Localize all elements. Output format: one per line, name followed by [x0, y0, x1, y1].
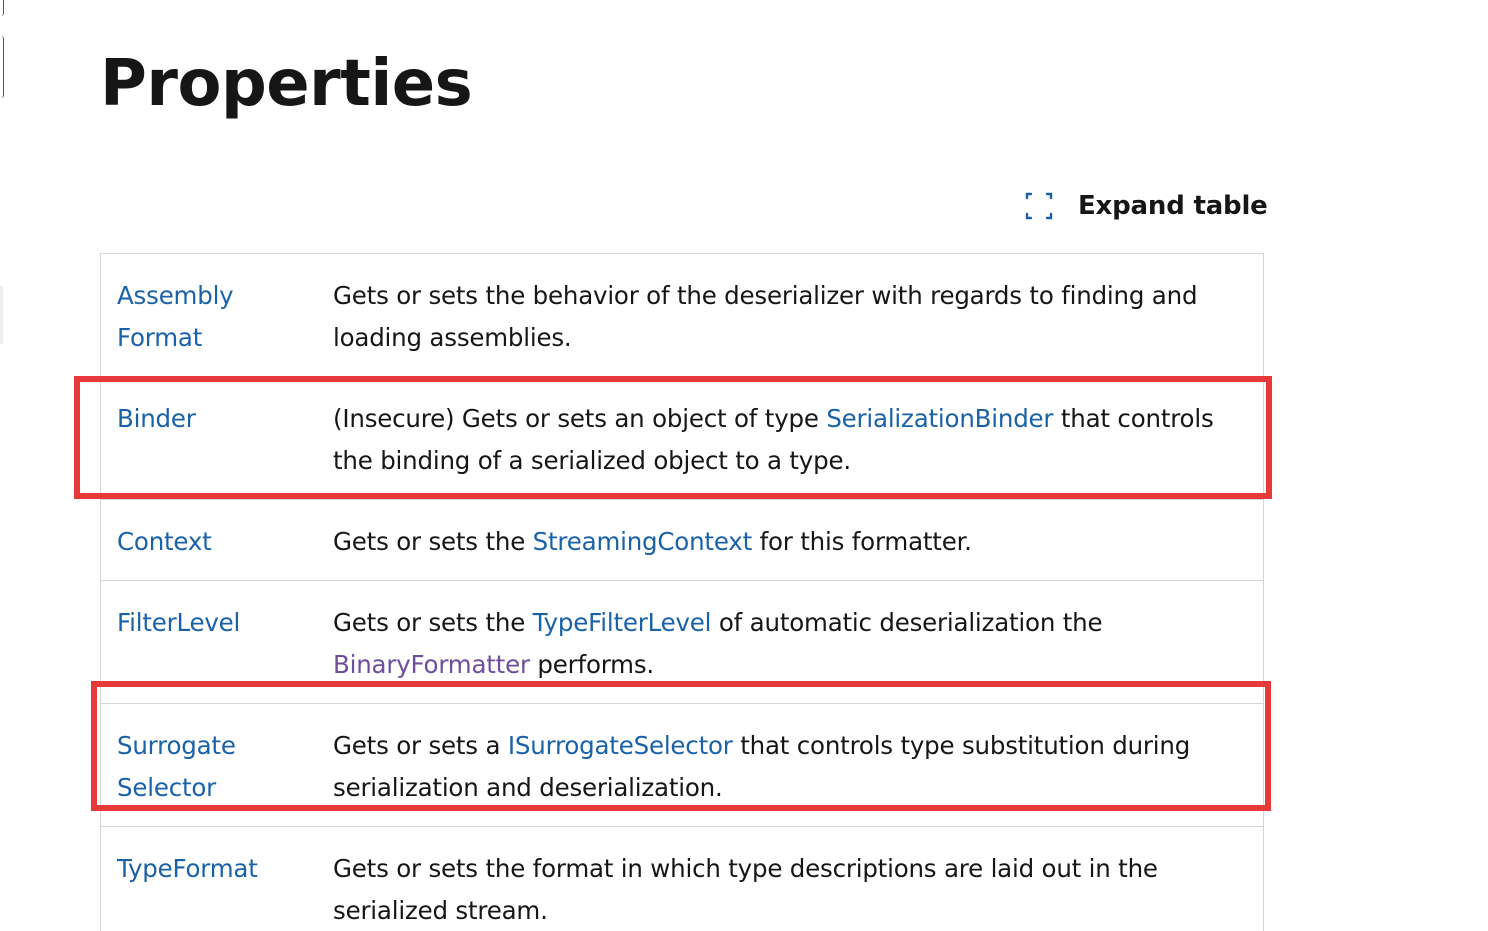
property-link-typeformat[interactable]: TypeFormat — [117, 854, 258, 883]
typefilterlevel-link[interactable]: TypeFilterLevel — [533, 608, 712, 637]
description-text: Gets or sets the — [333, 527, 533, 556]
property-name-cell: FilterLevel — [101, 581, 318, 704]
description-text: Gets or sets the — [333, 608, 533, 637]
property-link-surrogateselector[interactable]: Surrogate​Selector — [117, 731, 236, 802]
property-link-context[interactable]: Context — [117, 527, 212, 556]
property-link-binder[interactable]: Binder — [117, 404, 196, 433]
table-row: FilterLevel Gets or sets the TypeFilterL… — [100, 580, 1264, 704]
property-name-cell: Binder — [101, 377, 318, 500]
property-link-filterlevel[interactable]: FilterLevel — [117, 608, 240, 637]
table-row: Binder (Insecure) Gets or sets an object… — [100, 376, 1264, 500]
binaryformatter-link[interactable]: BinaryFormatter — [333, 650, 530, 679]
property-name-cell: Surrogate​Selector — [101, 704, 318, 827]
property-description-cell: Gets or sets the behavior of the deseria… — [317, 254, 1264, 377]
property-description-cell: (Insecure) Gets or sets an object of typ… — [317, 377, 1264, 500]
isurrogateselector-link[interactable]: ISurrogateSelector — [508, 731, 733, 760]
property-description-cell: Gets or sets the format in which type de… — [317, 827, 1264, 931]
property-name-cell: TypeFormat — [101, 827, 318, 931]
property-name-cell: Context — [101, 500, 318, 581]
description-text: performs. — [529, 650, 654, 679]
property-description-cell: Gets or sets a ISurrogateSelector that c… — [317, 704, 1264, 827]
property-description-cell: Gets or sets the TypeFilterLevel of auto… — [317, 581, 1264, 704]
description-text: (Insecure) Gets or sets an object of typ… — [333, 404, 827, 433]
streamingcontext-link[interactable]: StreamingContext — [533, 527, 753, 556]
table-row: Assembly​Format Gets or sets the behavio… — [101, 254, 1264, 377]
left-edge-fragment — [0, 36, 4, 98]
expand-table-label: Expand table — [1078, 191, 1268, 221]
expand-icon — [1022, 189, 1056, 223]
properties-table: Assembly​Format Gets or sets the behavio… — [100, 253, 1264, 931]
table-row: Context Gets or sets the StreamingContex… — [100, 499, 1264, 581]
property-description-cell: Gets or sets the StreamingContext for th… — [317, 500, 1264, 581]
table-row: TypeFormat Gets or sets the format in wh… — [100, 826, 1264, 931]
table-row: Surrogate​Selector Gets or sets a ISurro… — [100, 703, 1264, 827]
left-edge-fragment — [0, 0, 4, 16]
serializationbinder-link[interactable]: SerializationBinder — [826, 404, 1053, 433]
property-link-assemblyformat[interactable]: Assembly​Format — [117, 281, 234, 352]
left-edge-fragment — [0, 286, 3, 344]
description-text: of automatic deserialization the — [711, 608, 1103, 637]
page-title: Properties — [100, 47, 473, 121]
expand-table-button[interactable]: Expand table — [1022, 184, 1268, 228]
description-text: Gets or sets a — [333, 731, 508, 760]
property-name-cell: Assembly​Format — [101, 254, 318, 377]
description-text: Gets or sets the format in which type de… — [333, 854, 1158, 925]
page: Properties Expand table Assembly​Format … — [0, 0, 1488, 931]
description-text: for this formatter. — [751, 527, 972, 556]
description-text: Gets or sets the behavior of the deseria… — [333, 281, 1198, 352]
